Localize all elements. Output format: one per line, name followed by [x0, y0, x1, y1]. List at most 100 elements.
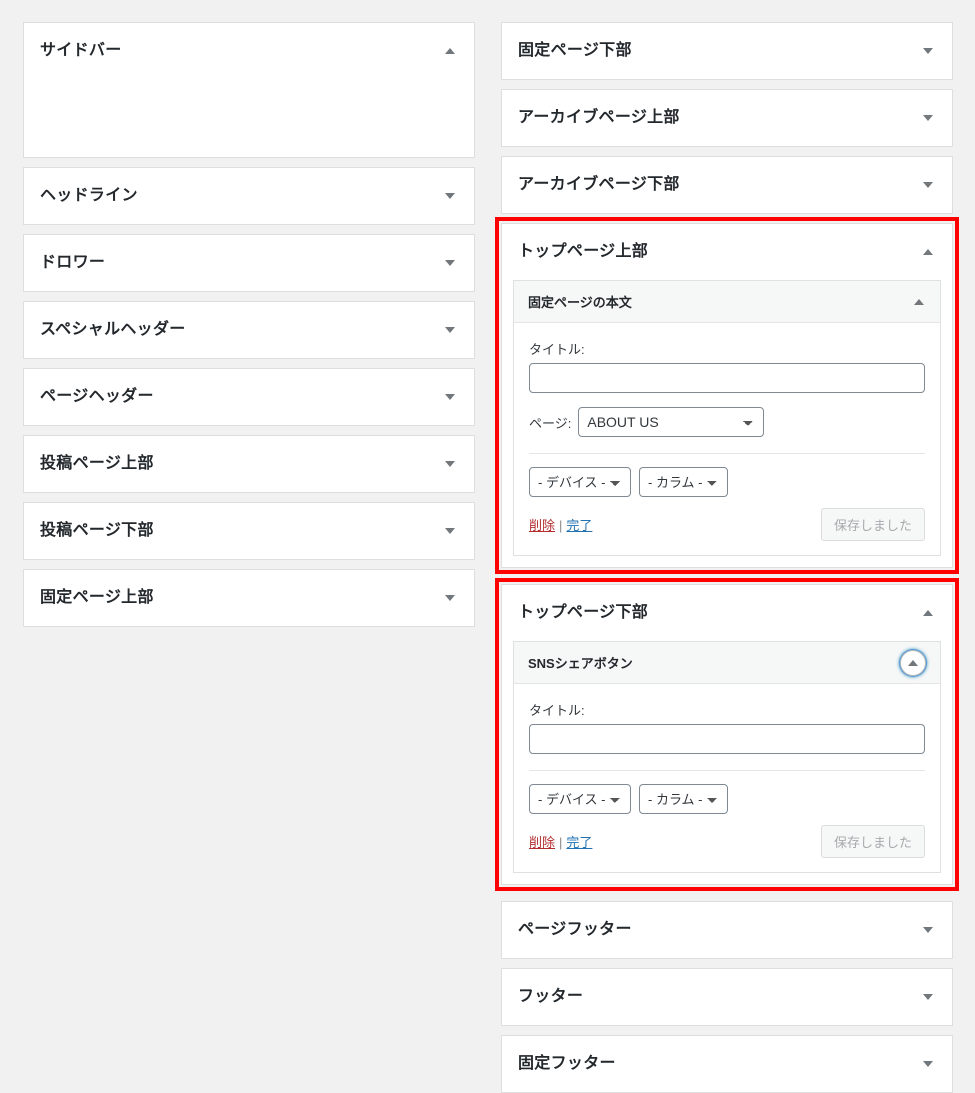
widget-area-panel: 固定フッター	[501, 1035, 953, 1093]
save-button[interactable]: 保存しました	[820, 508, 925, 541]
widget-area-header[interactable]: アーカイブページ上部	[502, 90, 952, 146]
chevron-down-icon	[923, 115, 933, 121]
widget-name: 固定ページの本文	[528, 295, 632, 310]
widget-area-panel: ヘッドライン	[23, 167, 475, 225]
widget-area-header[interactable]: ページフッター	[502, 902, 952, 958]
widget-area-header[interactable]: ヘッドライン	[24, 168, 474, 224]
delete-link[interactable]: 削除	[529, 518, 555, 533]
column-select[interactable]: - カラム -	[639, 467, 728, 497]
title-input[interactable]	[529, 363, 925, 393]
widget-area-header[interactable]: ドロワー	[24, 235, 474, 291]
widget-area-title: スペシャルヘッダー	[40, 321, 186, 338]
widget-area-body: SNSシェアボタン タイトル: - デバイス - - カラム - 削除 | 完了 保存しました	[502, 641, 952, 884]
chevron-down-icon	[923, 182, 933, 188]
widget-area-header[interactable]: 投稿ページ上部	[24, 436, 474, 492]
widget-area-header[interactable]: トップページ下部	[502, 585, 952, 641]
widget-header[interactable]: SNSシェアボタン	[514, 642, 940, 684]
done-link[interactable]: 完了	[566, 835, 592, 850]
widget-content: タイトル: - デバイス - - カラム - 削除 | 完了 保存しました	[514, 684, 940, 872]
widget-area-title: ヘッドライン	[40, 187, 138, 204]
widget-area-title: アーカイブページ上部	[518, 109, 680, 126]
device-select[interactable]: - デバイス -	[529, 467, 631, 497]
chevron-up-icon	[445, 48, 455, 54]
chevron-down-icon	[923, 994, 933, 1000]
widget-areas-left-column: サイドバーヘッドライン ドロワースペシャルヘッダー ページヘッダー 投稿ページ上部 投稿…	[23, 22, 475, 636]
section-divider	[529, 770, 925, 771]
save-button[interactable]: 保存しました	[820, 825, 925, 858]
chevron-down-icon	[445, 528, 455, 534]
widget-area-title: ドロワー	[40, 254, 106, 271]
chevron-down-icon	[923, 1061, 933, 1067]
chevron-down-icon	[445, 461, 455, 467]
page-select-row: ページ: ABOUT US	[529, 407, 925, 437]
page-field-label: ページ:	[529, 415, 572, 431]
widget-area-panel: ドロワー	[23, 234, 475, 292]
widget-area-panel: トップページ下部 SNSシェアボタン タイトル: - デバイス - - カラム - 削除 |…	[495, 578, 959, 891]
link-separator: |	[559, 518, 563, 533]
widget-area-title: 投稿ページ上部	[40, 455, 154, 472]
done-link[interactable]: 完了	[566, 518, 592, 533]
widget-area-header[interactable]: ページヘッダー	[24, 369, 474, 425]
widget-action-links: 削除 | 完了	[529, 515, 592, 534]
widget-area-panel: 投稿ページ上部	[23, 435, 475, 493]
chevron-down-icon	[923, 927, 933, 933]
widget-area-header[interactable]: サイドバー	[24, 23, 474, 79]
widget-area-title: サイドバー	[40, 42, 122, 59]
chevron-down-icon	[445, 193, 455, 199]
chevron-down-icon	[923, 48, 933, 54]
widget-area-title: フッター	[518, 988, 584, 1005]
page-select[interactable]: ABOUT US	[578, 407, 765, 437]
chevron-up-icon[interactable]	[914, 298, 924, 305]
widget-area-panel: スペシャルヘッダー	[23, 301, 475, 359]
chevron-down-icon	[445, 327, 455, 333]
widget-area-header[interactable]: 固定ページ下部	[502, 23, 952, 79]
column-select[interactable]: - カラム -	[639, 784, 728, 814]
widget-area-header[interactable]: 投稿ページ下部	[24, 503, 474, 559]
widget-action-links: 削除 | 完了	[529, 832, 592, 851]
widget-area-panel: フッター	[501, 968, 953, 1026]
title-field-label: タイトル:	[529, 703, 585, 718]
visibility-select-row: - デバイス - - カラム -	[529, 784, 925, 814]
widget-collapse-toggle[interactable]	[900, 649, 926, 676]
widget-area-header[interactable]: トップページ上部	[502, 224, 952, 280]
chevron-down-icon	[445, 260, 455, 266]
widget-area-panel: トップページ上部固定ページの本文 タイトル: ページ: ABOUT US - デバイス …	[495, 217, 959, 574]
widget-area-header[interactable]: フッター	[502, 969, 952, 1025]
title-field-label: タイトル:	[529, 342, 585, 357]
widget-area-title: トップページ上部	[518, 243, 649, 260]
delete-link[interactable]: 削除	[529, 835, 555, 850]
widget-area-panel: アーカイブページ上部	[501, 89, 953, 147]
widget-area-panel: アーカイブページ下部	[501, 156, 953, 214]
widget-area-title: 投稿ページ下部	[40, 522, 154, 539]
widget-area-title: ページヘッダー	[40, 388, 154, 405]
widget-content: タイトル: ページ: ABOUT US - デバイス - - カラム - 削除 | 完了 保存し…	[514, 323, 940, 555]
widget-dropzone[interactable]	[24, 79, 474, 157]
widget-area-header[interactable]: 固定ページ上部	[24, 570, 474, 626]
chevron-up-icon	[923, 249, 933, 255]
widget-area-title: トップページ下部	[518, 604, 649, 621]
widget-area-title: 固定ページ上部	[40, 589, 154, 606]
widget-footer: 削除 | 完了 保存しました	[529, 508, 925, 541]
visibility-select-row: - デバイス - - カラム -	[529, 467, 925, 497]
chevron-down-icon	[445, 394, 455, 400]
title-input[interactable]	[529, 724, 925, 754]
widget-area-body: 固定ページの本文 タイトル: ページ: ABOUT US - デバイス - - カラム -…	[502, 280, 952, 567]
widget-area-title: 固定フッター	[518, 1055, 616, 1072]
chevron-down-icon	[445, 595, 455, 601]
widget-area-header[interactable]: アーカイブページ下部	[502, 157, 952, 213]
chevron-up-icon	[908, 659, 918, 666]
widget-area-panel: 投稿ページ下部	[23, 502, 475, 560]
widget-area-header[interactable]: スペシャルヘッダー	[24, 302, 474, 358]
chevron-up-icon	[923, 610, 933, 616]
widgets-page: サイドバーヘッドライン ドロワースペシャルヘッダー ページヘッダー 投稿ページ上部 投稿…	[0, 0, 975, 1093]
widget-name: SNSシェアボタン	[528, 656, 633, 671]
link-separator: |	[559, 835, 563, 850]
widget-area-header[interactable]: 固定フッター	[502, 1036, 952, 1092]
device-select[interactable]: - デバイス -	[529, 784, 631, 814]
section-divider	[529, 453, 925, 454]
widget-areas-right-column: 固定ページ下部アーカイブページ上部 アーカイブページ下部 トップページ上部固定ページ…	[495, 22, 959, 1093]
widget: SNSシェアボタン タイトル: - デバイス - - カラム - 削除 | 完了 保存しました	[513, 641, 941, 873]
widget-area-title: アーカイブページ下部	[518, 176, 680, 193]
widget-area-title: 固定ページ下部	[518, 42, 632, 59]
widget-header[interactable]: 固定ページの本文	[514, 281, 940, 323]
